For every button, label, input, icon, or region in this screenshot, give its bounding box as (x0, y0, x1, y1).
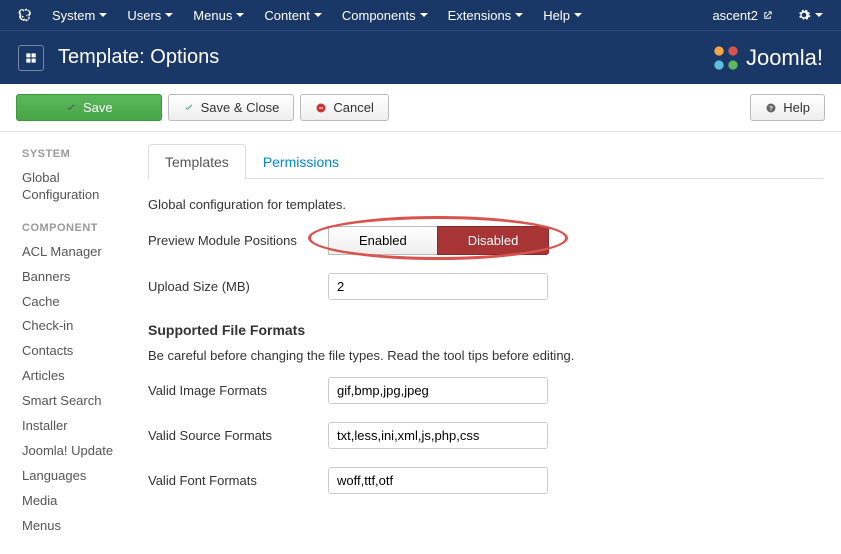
warning-file-formats: Be careful before changing the file type… (148, 348, 823, 363)
content-panel: Templates Permissions Global configurati… (130, 132, 841, 554)
svg-text:?: ? (769, 105, 773, 112)
help-button[interactable]: ? Help (750, 94, 825, 121)
brand-text: Joomla! (746, 45, 823, 71)
button-label: Help (783, 100, 810, 115)
settings-menu[interactable] (787, 2, 833, 28)
row-preview-positions: Preview Module Positions Enabled Disable… (148, 226, 823, 255)
nav-label: Users (127, 8, 161, 23)
button-label: Save (83, 100, 113, 115)
input-upload-size[interactable] (328, 273, 548, 300)
sidebar-item-banners[interactable]: Banners (22, 265, 122, 290)
caret-down-icon (99, 13, 107, 17)
nav-label: Help (543, 8, 570, 23)
nav-system[interactable]: System (42, 2, 117, 29)
input-source-formats[interactable] (328, 422, 548, 449)
nav-menus[interactable]: Menus (183, 2, 254, 29)
sidebar-item-acl[interactable]: ACL Manager (22, 240, 122, 265)
nav-label: Content (264, 8, 310, 23)
caret-down-icon (236, 13, 244, 17)
sidebar-heading-component: COMPONENT (22, 222, 122, 234)
tab-permissions[interactable]: Permissions (246, 144, 356, 179)
help-icon: ? (765, 102, 777, 114)
sidebar-item-contacts[interactable]: Contacts (22, 339, 122, 364)
heading-file-formats: Supported File Formats (148, 322, 823, 338)
caret-down-icon (165, 13, 173, 17)
sidebar-item-articles[interactable]: Articles (22, 364, 122, 389)
nav-extensions[interactable]: Extensions (438, 2, 534, 29)
row-source-formats: Valid Source Formats (148, 422, 823, 449)
form-description: Global configuration for templates. (148, 197, 823, 212)
brand-logo: Joomla! (712, 44, 823, 72)
joomla-logo-icon (712, 44, 740, 72)
top-navbar: System Users Menus Content Components Ex… (0, 0, 841, 30)
main-area: SYSTEM Global Configuration COMPONENT AC… (0, 132, 841, 554)
topnav-left: System Users Menus Content Components Ex… (8, 2, 592, 29)
gear-icon (797, 8, 811, 22)
sidebar-item-joomla-update[interactable]: Joomla! Update (22, 439, 122, 464)
action-toolbar: Save Save & Close Cancel ? Help (0, 84, 841, 132)
external-link-icon (762, 10, 773, 21)
toggle-enabled[interactable]: Enabled (328, 226, 438, 255)
page-header: Template: Options Joomla! (0, 30, 841, 84)
check-icon (183, 102, 195, 114)
sidebar-item-global-config[interactable]: Global Configuration (22, 166, 122, 208)
nav-label: Components (342, 8, 416, 23)
caret-down-icon (815, 13, 823, 17)
button-label: Save & Close (201, 100, 280, 115)
tabs: Templates Permissions (148, 144, 823, 179)
caret-down-icon (515, 13, 523, 17)
button-label: Cancel (333, 100, 373, 115)
label-font-formats: Valid Font Formats (148, 473, 328, 488)
save-close-button[interactable]: Save & Close (168, 94, 295, 121)
toggle-preview-positions: Enabled Disabled (328, 226, 549, 255)
caret-down-icon (574, 13, 582, 17)
joomla-icon[interactable] (8, 2, 42, 28)
label-upload-size: Upload Size (MB) (148, 279, 328, 294)
sidebar-item-menus[interactable]: Menus (22, 514, 122, 539)
sidebar-item-languages[interactable]: Languages (22, 464, 122, 489)
toggle-disabled[interactable]: Disabled (437, 226, 550, 255)
topnav-right: ascent2 (702, 2, 833, 29)
save-button[interactable]: Save (16, 94, 162, 121)
site-link[interactable]: ascent2 (702, 2, 783, 29)
caret-down-icon (420, 13, 428, 17)
page-title: Template: Options (58, 46, 219, 69)
nav-label: Extensions (448, 8, 512, 23)
tab-templates[interactable]: Templates (148, 144, 246, 179)
sidebar: SYSTEM Global Configuration COMPONENT AC… (0, 132, 130, 554)
header-icon (18, 45, 44, 71)
label-source-formats: Valid Source Formats (148, 428, 328, 443)
nav-components[interactable]: Components (332, 2, 438, 29)
caret-down-icon (314, 13, 322, 17)
row-font-formats: Valid Font Formats (148, 467, 823, 494)
sidebar-heading-system: SYSTEM (22, 148, 122, 160)
sidebar-item-cache[interactable]: Cache (22, 290, 122, 315)
nav-label: System (52, 8, 95, 23)
sidebar-item-checkin[interactable]: Check-in (22, 314, 122, 339)
row-upload-size: Upload Size (MB) (148, 273, 823, 300)
check-icon (65, 102, 77, 114)
sidebar-item-installer[interactable]: Installer (22, 414, 122, 439)
nav-users[interactable]: Users (117, 2, 183, 29)
cancel-icon (315, 102, 327, 114)
nav-label: Menus (193, 8, 232, 23)
label-preview-positions: Preview Module Positions (148, 233, 328, 248)
label-image-formats: Valid Image Formats (148, 383, 328, 398)
row-image-formats: Valid Image Formats (148, 377, 823, 404)
site-name: ascent2 (712, 8, 758, 23)
input-image-formats[interactable] (328, 377, 548, 404)
nav-content[interactable]: Content (254, 2, 332, 29)
sidebar-item-smartsearch[interactable]: Smart Search (22, 389, 122, 414)
nav-help[interactable]: Help (533, 2, 592, 29)
cancel-button[interactable]: Cancel (300, 94, 388, 121)
sidebar-item-media[interactable]: Media (22, 489, 122, 514)
input-font-formats[interactable] (328, 467, 548, 494)
